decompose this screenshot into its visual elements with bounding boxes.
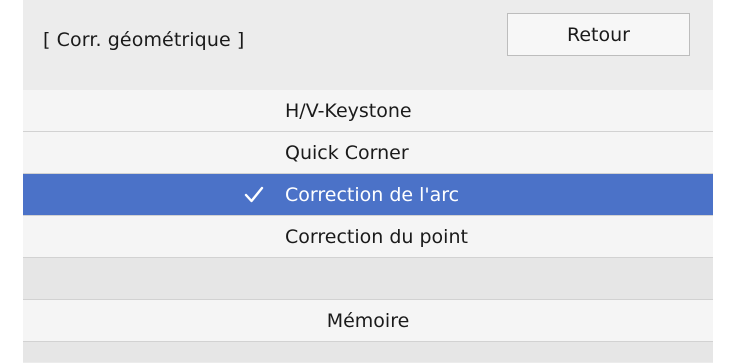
memory-button[interactable]: Mémoire [23, 300, 713, 342]
checkmark-icon [244, 186, 264, 203]
page-title: [ Corr. géométrique ] [43, 29, 245, 51]
menu-item-point-correction[interactable]: Correction du point [23, 216, 713, 258]
panel-header: [ Corr. géométrique ] Retour [23, 0, 713, 87]
menu-item-label: Correction du point [285, 226, 468, 248]
menu-item-arc-correction[interactable]: Correction de l'arc [23, 174, 713, 216]
back-button[interactable]: Retour [507, 13, 690, 56]
menu-spacer [23, 258, 713, 300]
menu-item-quick-corner[interactable]: Quick Corner [23, 132, 713, 174]
menu-item-label: Correction de l'arc [285, 184, 460, 206]
menu-item-hv-keystone[interactable]: H/V-Keystone [23, 90, 713, 132]
menu-spacer-bottom [23, 342, 713, 362]
geometry-correction-panel: [ Corr. géométrique ] Retour H/V-Keyston… [23, 0, 713, 363]
memory-button-label: Mémoire [326, 310, 410, 332]
menu-item-label: H/V-Keystone [285, 100, 412, 122]
correction-menu: H/V-Keystone Quick Corner Correction de … [23, 90, 713, 362]
menu-item-label: Quick Corner [285, 142, 409, 164]
